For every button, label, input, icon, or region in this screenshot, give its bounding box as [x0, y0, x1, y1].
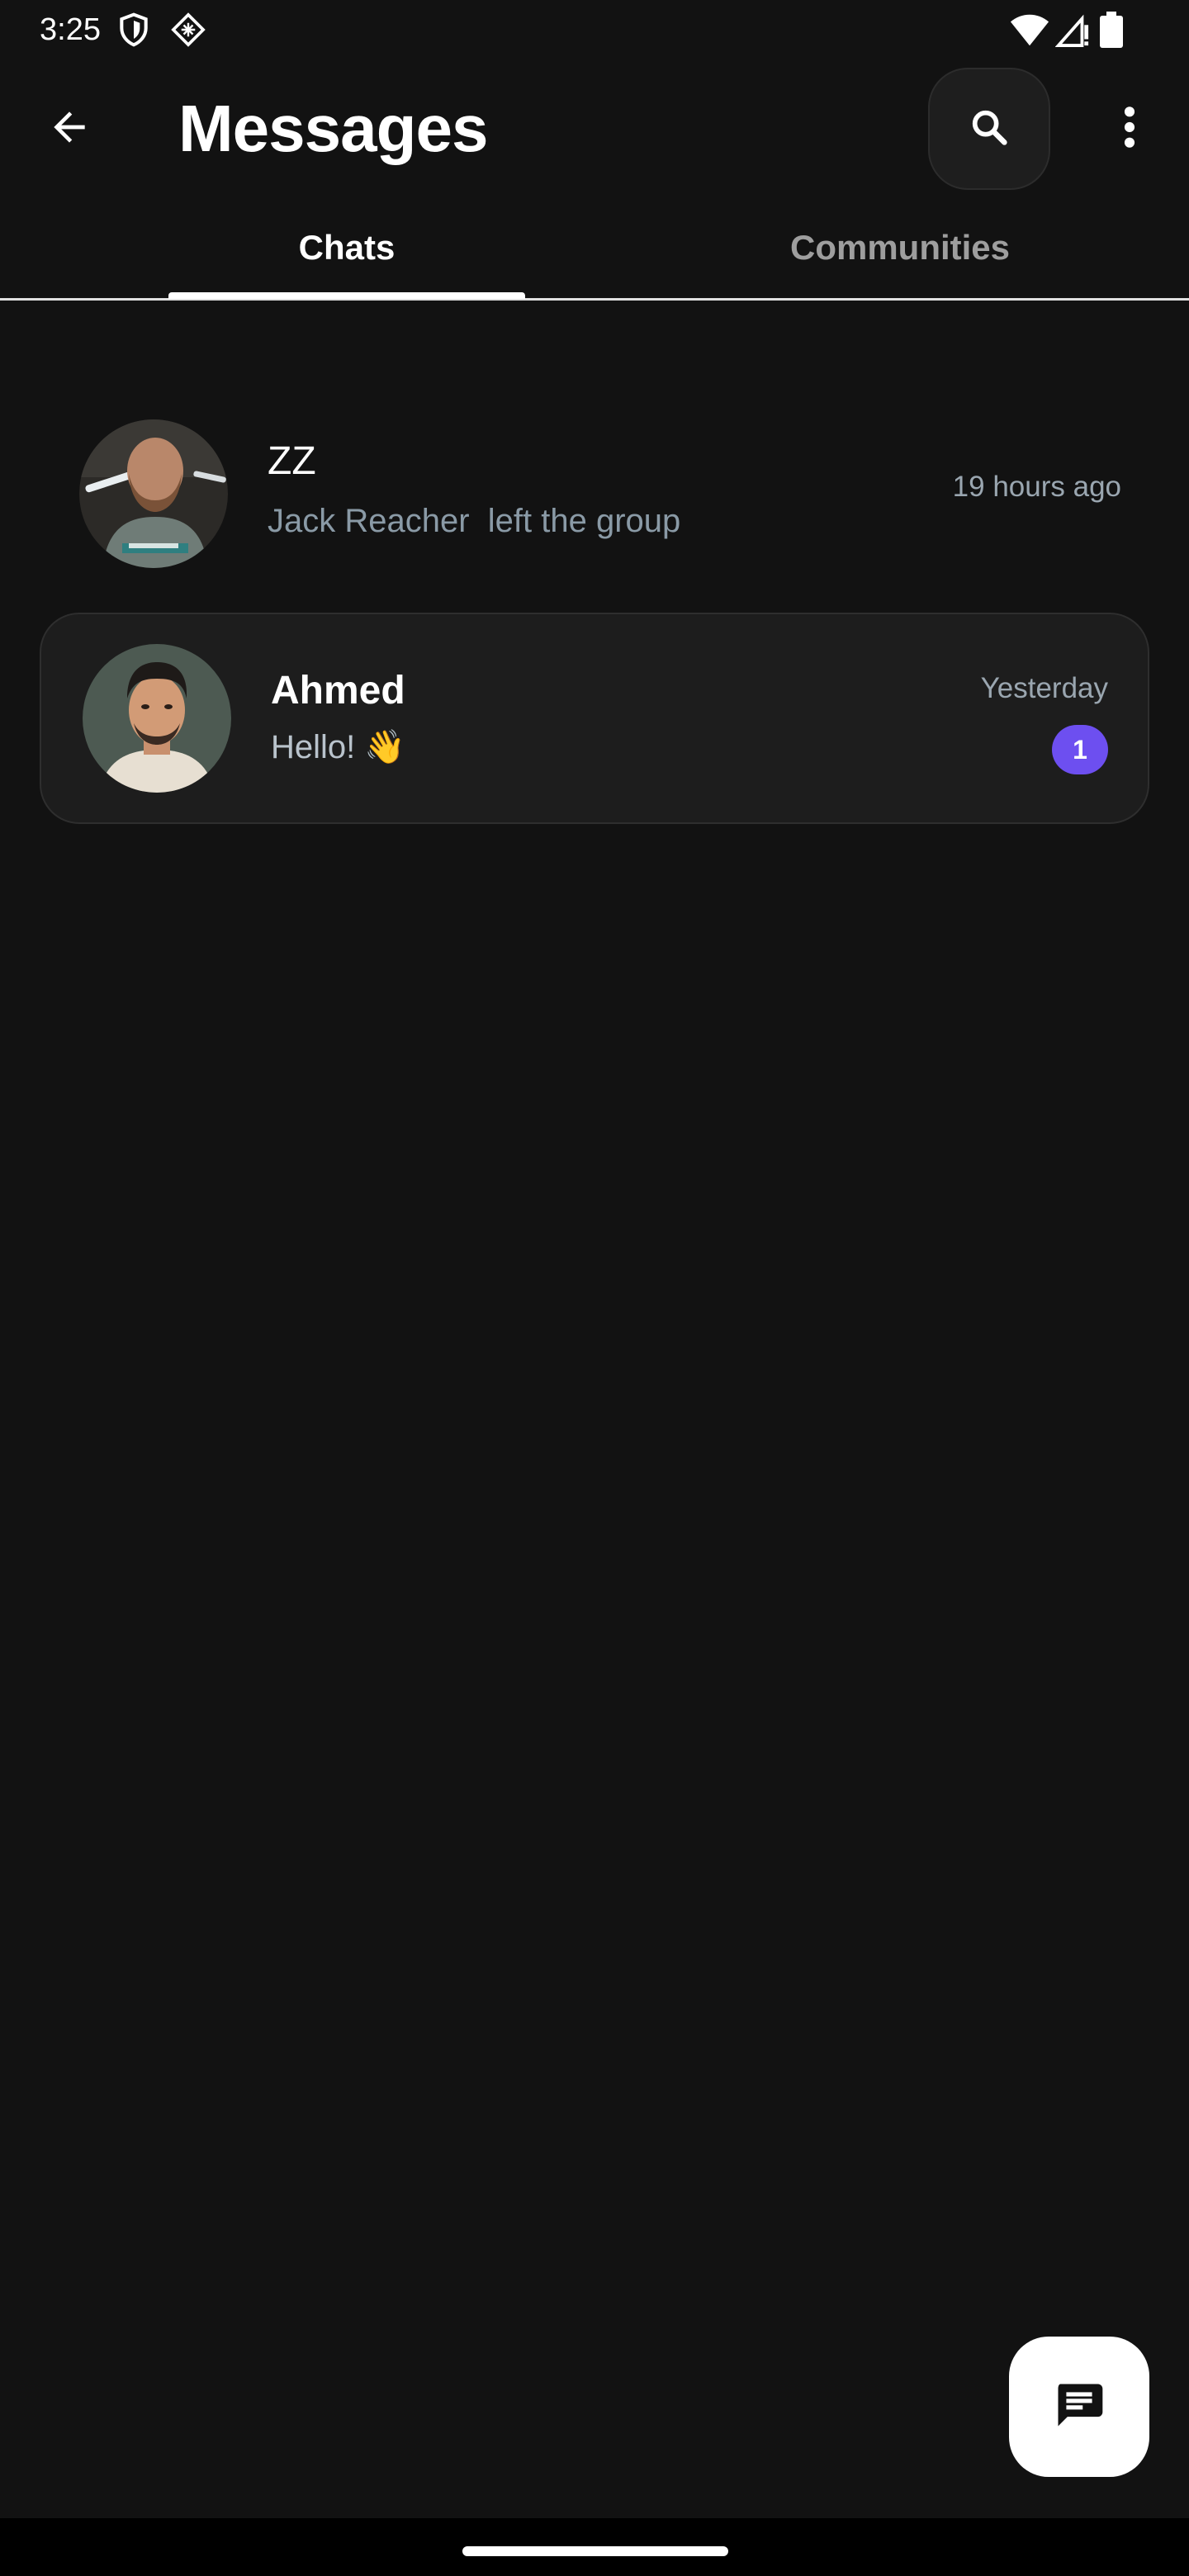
tab-indicator [168, 292, 525, 299]
app-bar: Messages [0, 59, 1189, 198]
search-icon [968, 106, 1011, 153]
chat-preview: Jack Reacher left the group [268, 503, 681, 539]
wifi-icon [1009, 12, 1050, 48]
tab-bar: Chats Communities [0, 198, 1189, 301]
chat-icon [1051, 2377, 1107, 2437]
tab-communities[interactable]: Communities [628, 198, 1172, 297]
shield-icon [116, 12, 152, 48]
page-title: Messages [178, 92, 488, 165]
more-vert-icon [1121, 104, 1138, 154]
home-gesture-handle[interactable] [462, 2546, 728, 2556]
more-options-button[interactable] [1097, 92, 1163, 165]
unread-badge: 1 [1052, 725, 1108, 774]
chat-name: ZZ [268, 439, 316, 483]
cell-signal-icon [1054, 12, 1090, 48]
tab-chats[interactable]: Chats [0, 198, 694, 297]
status-time: 3:25 [40, 12, 101, 47]
system-nav-bar [0, 2518, 1189, 2576]
new-chat-button[interactable] [1009, 2337, 1149, 2477]
chat-list-item[interactable]: ZZ Jack Reacher left the group 19 hours … [40, 388, 1149, 599]
app-notification-icon [170, 12, 206, 48]
chat-timestamp: 19 hours ago [952, 471, 1121, 503]
chat-timestamp: Yesterday [980, 672, 1108, 704]
chat-preview: Hello! 👋 [271, 729, 406, 765]
avatar [83, 644, 231, 793]
battery-icon [1100, 12, 1123, 48]
avatar [79, 419, 228, 568]
back-button[interactable] [33, 92, 106, 165]
chat-list-item[interactable]: Ahmed Hello! 👋 Yesterday 1 [40, 613, 1149, 824]
status-bar: 3:25 [0, 0, 1189, 59]
search-button[interactable] [928, 68, 1050, 190]
arrow-left-icon [46, 104, 92, 154]
chat-name: Ahmed [271, 669, 405, 713]
